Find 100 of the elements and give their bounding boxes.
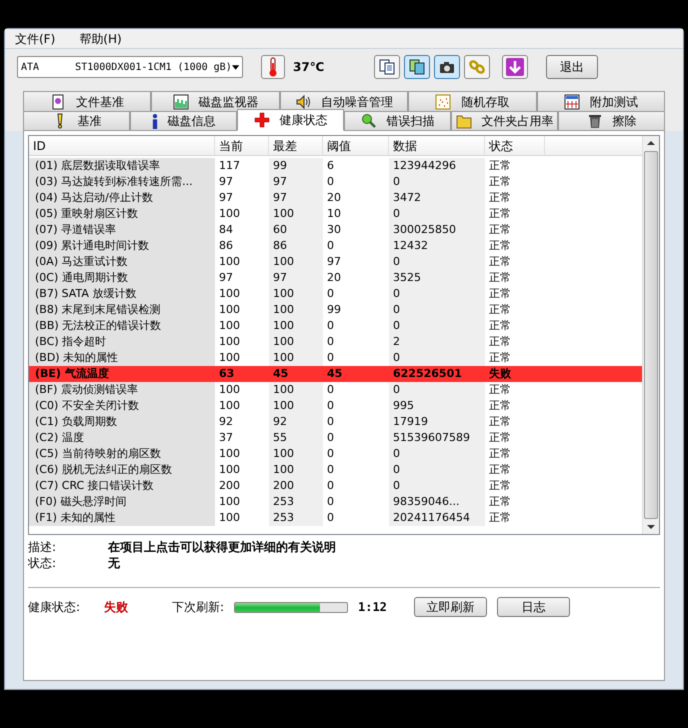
tab[interactable]: 文件基准 [23, 91, 152, 111]
detail-label: 描述: [28, 539, 58, 556]
attribute-row[interactable]: (03) 马达旋转到标准转速所需... 97 97 0 0 正常 [29, 174, 642, 190]
table-cell: 55 [269, 430, 323, 446]
table-cell: (0C) 通电周期计数 [29, 270, 215, 286]
tab[interactable]: 错误扫描 [344, 111, 451, 131]
table-cell: (B7) SATA 放缓计数 [29, 286, 215, 302]
table-cell: 123944296 [389, 158, 485, 174]
table-cell: 3525 [389, 270, 485, 286]
table-cell: 100 [269, 254, 323, 270]
attribute-row[interactable]: (F1) 未知的属性 100 253 0 20241176454 正常 [29, 510, 642, 526]
temperature-button[interactable] [261, 55, 285, 79]
refresh-label: 下次刷新: [172, 599, 226, 616]
toolbar-button[interactable] [374, 55, 400, 79]
trash-can-icon [586, 113, 602, 129]
tab[interactable]: 擦除 [558, 111, 665, 131]
attribute-row[interactable]: (0C) 通电周期计数 97 97 20 3525 正常 [29, 270, 642, 286]
column-header[interactable]: 数据 [389, 136, 485, 155]
attribute-row[interactable]: (05) 重映射扇区计数 100 100 10 0 正常 [29, 206, 642, 222]
toolbar-button[interactable] [404, 55, 430, 79]
table-cell: (B8) 末尾到末尾错误检测 [29, 302, 215, 318]
medical-cross-icon [254, 112, 270, 128]
tab[interactable]: 磁盘信息 [130, 111, 237, 131]
tab[interactable]: 健康状态 [237, 109, 344, 131]
table-cell: (09) 累计通电时间计数 [29, 238, 215, 254]
attribute-row[interactable]: (04) 马达启动/停止计数 97 97 20 3472 正常 [29, 190, 642, 206]
attribute-row[interactable]: (C6) 脱机无法纠正的扇区数 100 100 0 0 正常 [29, 462, 642, 478]
table-cell: 100 [269, 398, 323, 414]
attribute-row[interactable]: (F0) 磁头悬浮时间 100 253 0 98359046... 正常 [29, 494, 642, 510]
table-cell: 0 [389, 286, 485, 302]
grid-chart-icon [564, 94, 580, 110]
attribute-row[interactable]: (C7) CRC 接口错误计数 200 200 0 0 正常 [29, 478, 642, 494]
exit-button[interactable]: 退出 [546, 55, 598, 79]
table-cell: 253 [269, 494, 323, 510]
tab[interactable]: 附加测试 [536, 91, 666, 111]
table-cell: (04) 马达启动/停止计数 [29, 190, 215, 206]
table-cell: 17919 [389, 414, 485, 430]
table-cell: 92 [269, 414, 323, 430]
attribute-row[interactable]: (01) 底层数据读取错误率 117 99 6 123944296 正常 [29, 158, 642, 174]
detail-label: 状态: [28, 555, 58, 572]
bar-chart-icon [172, 94, 189, 110]
column-header[interactable]: 阈值 [323, 136, 389, 155]
table-cell: 100 [269, 334, 323, 350]
refresh-now-button[interactable]: 立即刷新 [414, 597, 487, 617]
attribute-row[interactable]: (C1) 负载周期数 92 92 0 17919 正常 [29, 414, 642, 430]
menu-item[interactable]: 帮助(H) [79, 30, 122, 48]
drive-dropdown[interactable]: ATA ST1000DX001-1CM1 (1000 gB) [17, 56, 243, 78]
table-cell: (03) 马达旋转到标准转速所需... [29, 174, 215, 190]
table-cell: 0 [389, 478, 485, 494]
table-cell: 0 [389, 318, 485, 334]
table-cell: 0 [389, 254, 485, 270]
column-header[interactable]: ID [29, 136, 215, 155]
table-cell: (F0) 磁头悬浮时间 [29, 494, 215, 510]
attribute-row[interactable]: (B7) SATA 放缓计数 100 100 0 0 正常 [29, 286, 642, 302]
table-cell: 100 [269, 462, 323, 478]
table-cell: 86 [269, 238, 323, 254]
table-cell-text: (BE) 气流温度 [34, 366, 110, 382]
attribute-row[interactable]: (C2) 温度 37 55 0 51539607589 正常 [29, 430, 642, 446]
attribute-row[interactable]: (BE) 气流温度 63 45 45 622526501 失败 [29, 366, 642, 382]
document-icon [50, 94, 66, 110]
tab[interactable]: 基准 [23, 111, 130, 131]
column-header[interactable]: 状态 [485, 136, 545, 155]
toolbar-button[interactable] [434, 55, 460, 79]
table-cell: 97 [269, 174, 323, 190]
attribute-row[interactable]: (C0) 不安全关闭计数 100 100 0 995 正常 [29, 398, 642, 414]
table-cell: 60 [269, 222, 323, 238]
attribute-row[interactable]: (09) 累计通电时间计数 86 86 0 12432 正常 [29, 238, 642, 254]
table-cell-text: 45 [326, 366, 344, 382]
table-cell: (05) 重映射扇区计数 [29, 206, 215, 222]
table-cell: 0 [389, 206, 485, 222]
column-header[interactable]: 最差 [269, 136, 323, 155]
attribute-row[interactable]: (B8) 末尾到末尾错误检测 100 100 99 0 正常 [29, 302, 642, 318]
table-cell-text: 失败 [488, 366, 512, 382]
scrollbar[interactable] [642, 136, 659, 534]
tab[interactable]: 随机存取 [408, 91, 537, 111]
tab[interactable]: 自动噪音管理 [280, 91, 408, 111]
tab[interactable]: 文件夹占用率 [451, 111, 558, 131]
attribute-row[interactable]: (C5) 当前待映射的扇区数 100 100 0 0 正常 [29, 446, 642, 462]
attribute-row[interactable]: (BC) 指令超时 100 100 0 2 正常 [29, 334, 642, 350]
table-cell: 253 [269, 510, 323, 526]
table-cell-text: 63 [218, 366, 236, 382]
thermometer-icon [268, 57, 278, 77]
attribute-row[interactable]: (BB) 无法校正的错误计数 100 100 0 0 正常 [29, 318, 642, 334]
table-cell: 0 [389, 350, 485, 366]
table-cell: 20241176454 [389, 510, 485, 526]
column-header[interactable]: 当前 [215, 136, 269, 155]
attribute-row[interactable]: (BD) 未知的属性 100 100 0 0 正常 [29, 350, 642, 366]
tab[interactable]: 磁盘监视器 [151, 91, 280, 111]
table-cell: 995 [389, 398, 485, 414]
temperature-reading: 37℃ [293, 59, 324, 76]
attribute-row[interactable]: (07) 寻道错误率 84 60 30 300025850 正常 [29, 222, 642, 238]
menu-item[interactable]: 文件(F) [15, 30, 56, 48]
countdown: 1:12 [358, 599, 388, 616]
table-cell-text: 622526501 [392, 366, 463, 382]
health-label: 健康状态: [28, 599, 82, 616]
scroll-thumb[interactable] [644, 151, 658, 519]
table-cell: (C6) 脱机无法纠正的扇区数 [29, 462, 215, 478]
log-button[interactable]: 日志 [497, 597, 570, 617]
attribute-row[interactable]: (BF) 震动侦测错误率 100 100 0 0 正常 [29, 382, 642, 398]
attribute-row[interactable]: (0A) 马达重试计数 100 100 97 0 正常 [29, 254, 642, 270]
